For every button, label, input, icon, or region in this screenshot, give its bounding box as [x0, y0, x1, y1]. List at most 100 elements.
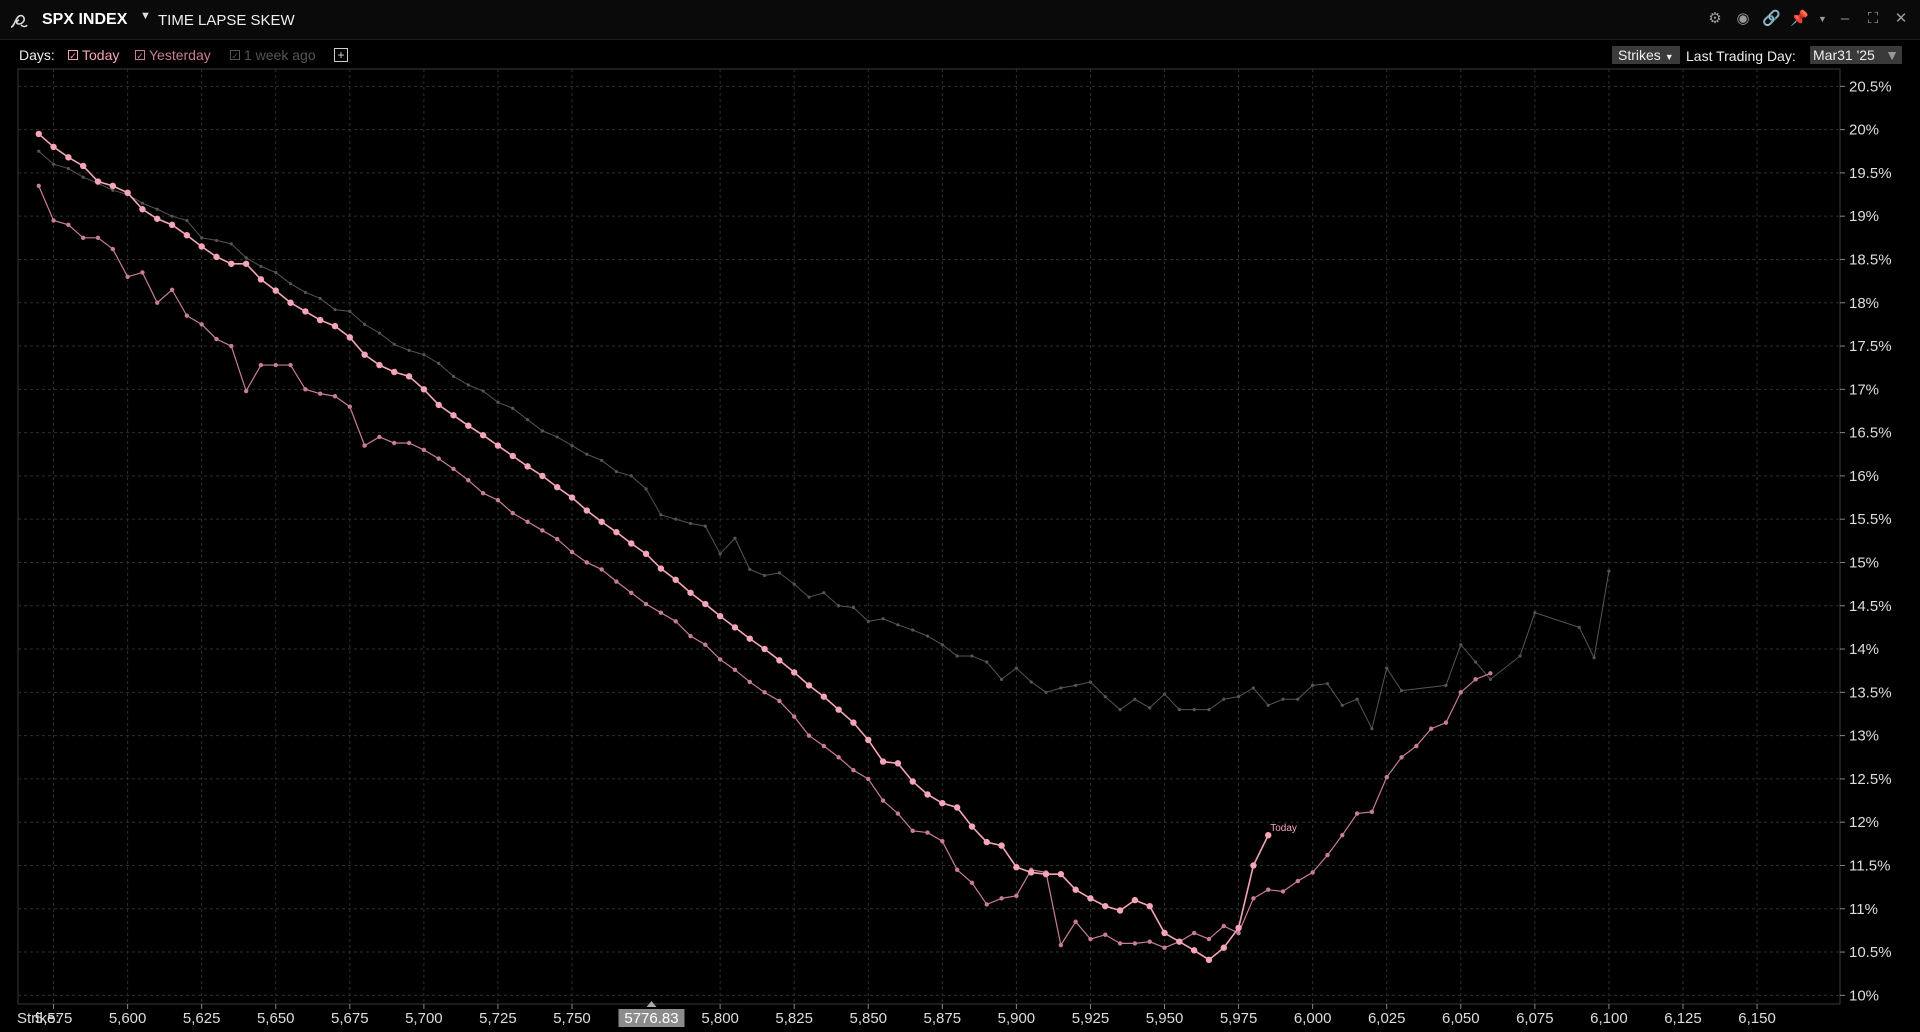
data-point	[50, 143, 57, 151]
data-point	[702, 600, 709, 608]
data-point	[495, 497, 501, 503]
data-point	[95, 235, 101, 241]
data-point	[910, 828, 915, 834]
y-tick-label: 19.5%	[1849, 165, 1892, 182]
data-point	[466, 383, 470, 387]
data-point	[836, 755, 841, 760]
data-point	[792, 582, 796, 586]
data-point	[968, 823, 976, 830]
data-point	[1206, 936, 1212, 942]
data-point	[465, 422, 472, 429]
data-point	[494, 442, 502, 449]
data-point	[1488, 671, 1493, 676]
data-point	[1236, 930, 1241, 936]
data-point	[585, 452, 589, 456]
data-point	[362, 443, 367, 448]
data-point	[435, 401, 442, 409]
data-point	[821, 743, 827, 749]
data-point	[1459, 643, 1463, 647]
data-point	[510, 510, 515, 516]
data-point	[302, 308, 309, 315]
y-tick-label: 20%	[1849, 122, 1879, 139]
data-point	[805, 682, 813, 689]
data-point	[169, 287, 175, 292]
data-point	[1057, 870, 1065, 878]
data-point	[777, 698, 782, 704]
data-point	[406, 440, 412, 446]
data-point	[1325, 852, 1330, 858]
data-point	[185, 218, 189, 223]
data-point	[363, 322, 367, 326]
data-point	[377, 331, 382, 335]
data-point	[1458, 690, 1463, 695]
x-tick-label: 6,050	[1442, 1010, 1480, 1027]
skew-chart[interactable]: 5,575 5,600 5,625 5,650 5,675 5,700 5,725 5,750…	[0, 0, 1920, 1032]
data-point	[496, 400, 500, 404]
spot-marker-label: 5776.83	[624, 1010, 678, 1027]
data-point	[939, 799, 946, 807]
data-point	[1161, 929, 1168, 937]
data-point	[835, 706, 842, 713]
series-today	[35, 130, 1272, 964]
data-point	[274, 270, 278, 275]
data-point	[629, 590, 634, 595]
data-point	[822, 591, 826, 595]
data-point	[332, 394, 338, 399]
series-1-week-ago	[37, 149, 1611, 731]
data-point	[213, 253, 220, 261]
data-point	[1385, 666, 1389, 670]
data-point	[1072, 886, 1079, 893]
data-point	[688, 633, 693, 639]
x-tick-label: 6,150	[1738, 1010, 1776, 1027]
x-tick-label: 5,850	[849, 1010, 887, 1027]
data-point	[1088, 680, 1093, 684]
data-point	[1370, 727, 1374, 731]
data-point	[894, 760, 902, 767]
data-point	[392, 342, 396, 346]
data-point	[243, 388, 249, 394]
data-point	[1013, 864, 1020, 871]
data-point	[377, 434, 382, 440]
data-point	[955, 654, 959, 658]
data-point	[940, 643, 944, 647]
data-point	[614, 469, 619, 474]
data-point	[1176, 938, 1183, 945]
data-point	[998, 842, 1005, 849]
x-tick-label: 5,950	[1146, 1010, 1184, 1027]
x-tick-label: 5,725	[479, 1010, 517, 1027]
data-point	[1340, 703, 1344, 707]
data-point	[155, 207, 159, 211]
data-point	[421, 447, 427, 453]
data-point	[1028, 869, 1035, 876]
y-tick-label: 16%	[1849, 468, 1879, 485]
data-point	[1354, 811, 1360, 816]
data-point	[451, 466, 456, 472]
data-point	[79, 162, 87, 170]
data-point	[747, 679, 752, 685]
data-point	[1488, 677, 1493, 681]
data-point	[673, 619, 678, 624]
data-point	[568, 494, 576, 501]
data-point	[924, 791, 931, 798]
data-point	[658, 610, 664, 615]
data-point	[643, 601, 649, 607]
x-tick-label: 5,700	[405, 1010, 443, 1027]
data-point	[1518, 654, 1522, 658]
x-tick-label: 5,975	[1220, 1010, 1258, 1027]
data-point	[806, 733, 812, 738]
series-layer	[35, 130, 1611, 964]
data-point	[837, 604, 841, 608]
data-point	[346, 334, 354, 341]
data-point	[318, 296, 322, 301]
data-point	[109, 182, 117, 190]
data-point	[51, 162, 56, 166]
y-tick-label: 18.5%	[1849, 251, 1892, 268]
data-point	[1116, 907, 1124, 914]
x-tick-label: 6,125	[1664, 1010, 1702, 1027]
data-point	[1295, 878, 1301, 884]
data-point	[970, 654, 974, 658]
data-point	[436, 456, 441, 461]
data-point	[791, 669, 798, 676]
data-point	[229, 343, 234, 349]
y-tick-label: 11.5%	[1849, 857, 1890, 874]
